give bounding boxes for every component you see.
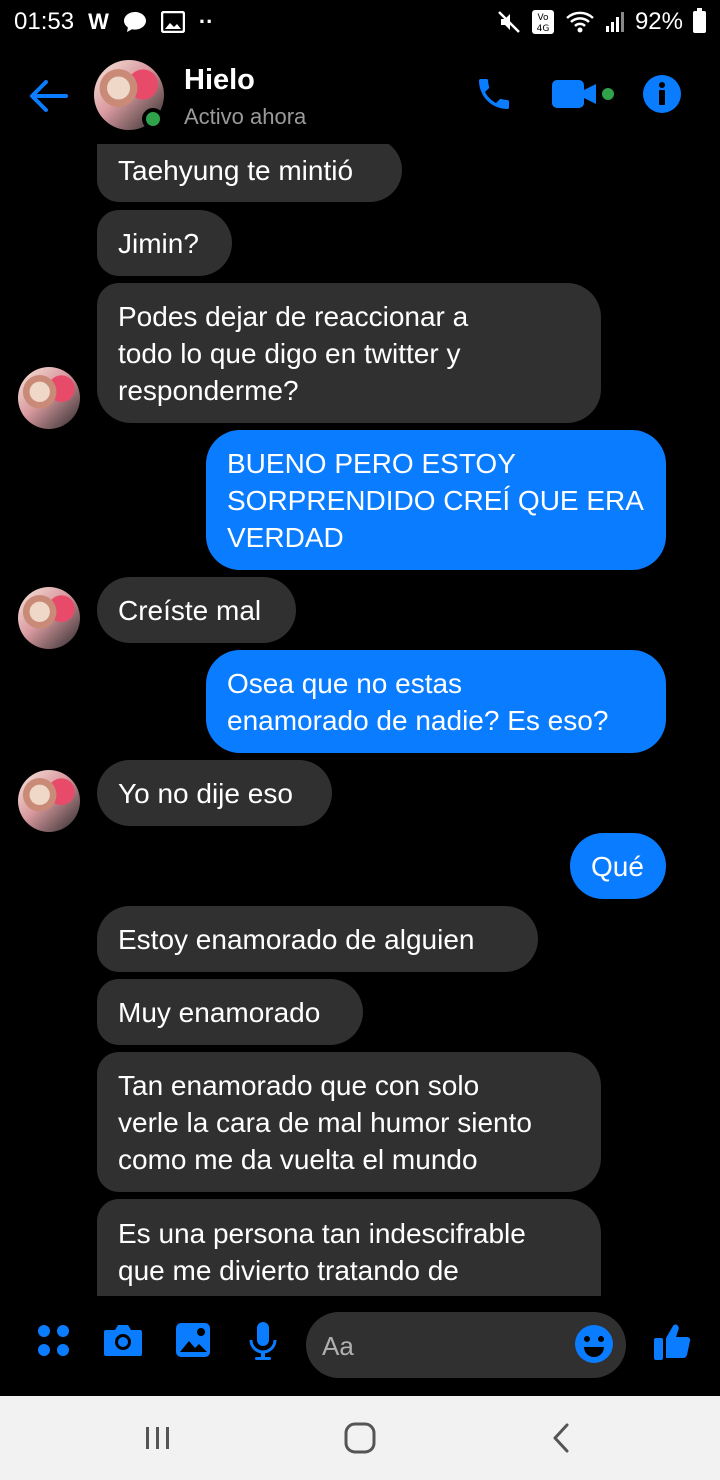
message-bubble-outgoing[interactable]: Osea que no estas enamorado de nadie? Es… [206, 650, 666, 753]
sender-avatar[interactable] [18, 770, 80, 832]
back-arrow-icon[interactable] [26, 74, 70, 118]
status-bar: 01:53 W ·· Vo 4G 92% [0, 0, 720, 44]
emoji-icon[interactable] [574, 1324, 614, 1364]
message-list[interactable]: Taehyung te mintió Jimin? Podes dejar de… [0, 144, 720, 1296]
signal-icon [605, 12, 624, 32]
message-bubble-incoming[interactable]: Jimin? [97, 210, 232, 276]
more-actions-icon[interactable] [34, 1320, 74, 1360]
message-input[interactable]: Aa [306, 1312, 626, 1378]
camera-icon[interactable] [102, 1320, 144, 1360]
status-time: 01:53 [14, 8, 75, 35]
conversation-header: Hielo Activo ahora [0, 44, 720, 144]
message-composer: Aa [0, 1296, 720, 1396]
gallery-icon [160, 11, 185, 33]
battery-icon [693, 8, 706, 33]
message-bubble-incoming[interactable]: Estoy enamorado de alguien [97, 906, 538, 972]
message-bubble-incoming[interactable]: Creíste mal [97, 577, 296, 643]
gallery-icon[interactable] [174, 1320, 212, 1360]
chat-bubble-icon [123, 12, 146, 32]
message-bubble-incoming[interactable]: Muy enamorado [97, 979, 363, 1045]
sender-avatar[interactable] [18, 587, 80, 649]
home-icon[interactable] [342, 1420, 378, 1456]
battery-percent: 92% [634, 8, 683, 35]
volte-4g-icon: Vo4G [531, 10, 554, 34]
info-icon[interactable] [642, 74, 682, 114]
contact-status: Activo ahora [184, 104, 307, 129]
message-bubble-incoming[interactable]: Podes dejar de reaccionar a todo lo que … [97, 283, 601, 423]
mute-icon [498, 11, 520, 33]
video-call-icon[interactable] [550, 74, 616, 114]
system-navigation-bar [0, 1396, 720, 1480]
like-thumbs-up-icon[interactable] [652, 1320, 694, 1362]
wifi-icon [566, 11, 594, 33]
message-bubble-incoming[interactable]: Tan enamorado que con solo verle la cara… [97, 1052, 601, 1192]
contact-name[interactable]: Hielo [184, 64, 255, 97]
sender-avatar[interactable] [18, 367, 80, 429]
message-bubble-incoming[interactable]: Yo no dije eso [97, 760, 332, 826]
more-notifications-icon: ·· [198, 9, 214, 34]
message-bubble-outgoing[interactable]: BUENO PERO ESTOY SORPRENDIDO CREÍ QUE ER… [206, 430, 666, 570]
online-indicator [142, 108, 164, 130]
phone-call-icon[interactable] [474, 74, 514, 114]
message-bubble-incoming[interactable]: Taehyung te mintió [97, 144, 402, 202]
svg-text:Vo: Vo [537, 13, 548, 23]
svg-text:4G: 4G [537, 24, 550, 34]
message-input-placeholder: Aa [322, 1331, 354, 1361]
recent-apps-icon[interactable] [140, 1420, 176, 1456]
message-bubble-outgoing[interactable]: Qué [570, 833, 666, 899]
wattpad-icon: W [88, 9, 109, 34]
microphone-icon[interactable] [246, 1320, 280, 1362]
system-back-icon[interactable] [544, 1420, 580, 1456]
message-bubble-incoming[interactable]: Es una persona tan indescifrable que me … [97, 1199, 601, 1296]
